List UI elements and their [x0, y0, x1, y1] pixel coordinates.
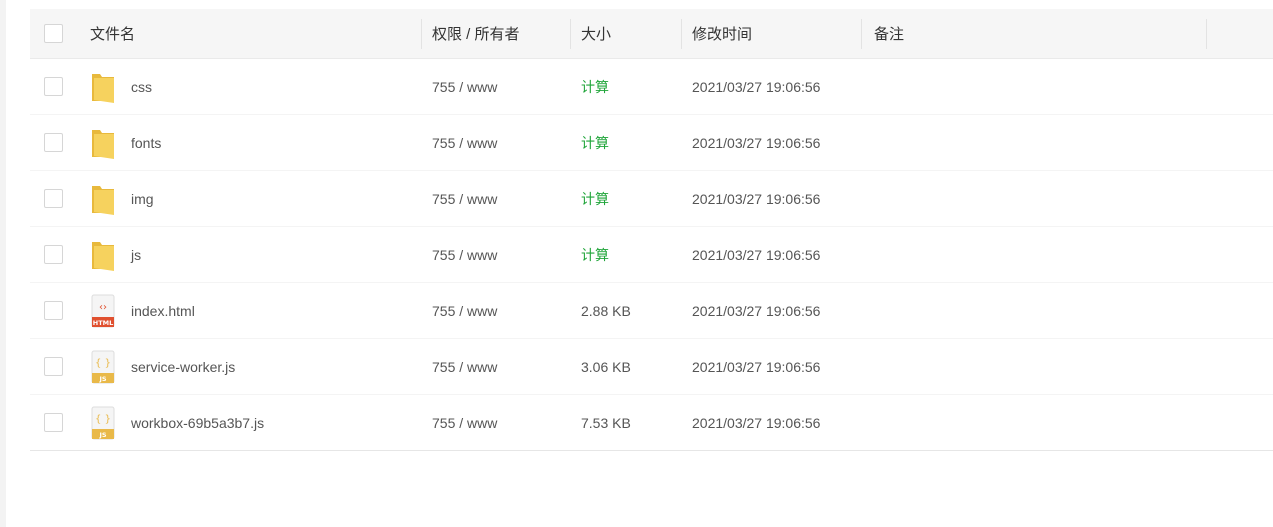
file-type-label: JS — [98, 375, 106, 383]
table-body: css 755 / www 计算 2021/03/27 19:06:56 fonts 75… — [30, 59, 1273, 451]
row-checkbox-cell — [44, 171, 74, 226]
row-checkbox-cell — [44, 339, 74, 394]
select-all-cell — [44, 9, 74, 58]
file-type-label: HTML — [93, 319, 113, 327]
file-permission[interactable]: 755 / www — [432, 339, 497, 394]
file-permission[interactable]: 755 / www — [432, 283, 497, 338]
file-table: 文件名 权限 / 所有者 大小 修改时间 备注 css 755 / www 计算 20… — [30, 9, 1273, 451]
folder-icon — [90, 237, 116, 273]
svg-text:{ }: { } — [95, 358, 111, 369]
row-checkbox[interactable] — [44, 357, 63, 376]
column-divider[interactable] — [681, 19, 682, 49]
row-checkbox-cell — [44, 283, 74, 338]
file-modified-time: 2021/03/27 19:06:56 — [692, 414, 821, 431]
table-row[interactable]: { } JS service-worker.js 755 / www 3.06 KB 20… — [30, 339, 1273, 395]
file-name[interactable]: workbox-69b5a3b7.js — [131, 415, 264, 431]
file-size: 2.88 KB — [581, 302, 631, 319]
file-modified-time: 2021/03/27 19:06:56 — [692, 134, 821, 151]
file-name-cell[interactable]: { } JS service-worker.js — [90, 339, 235, 394]
header-size[interactable]: 大小 — [581, 9, 611, 58]
file-permission[interactable]: 755 / www — [432, 115, 497, 170]
svg-text:{ }: { } — [95, 414, 111, 425]
table-row[interactable]: ‹› HTML index.html 755 / www 2.88 KB 2021/03/… — [30, 283, 1273, 339]
column-divider[interactable] — [1206, 19, 1207, 49]
table-row[interactable]: img 755 / www 计算 2021/03/27 19:06:56 — [30, 171, 1273, 227]
file-type-label: JS — [98, 431, 106, 439]
file-name[interactable]: js — [131, 247, 141, 263]
row-checkbox[interactable] — [44, 301, 63, 320]
file-name-cell[interactable]: fonts — [90, 115, 161, 170]
table-row[interactable]: { } JS workbox-69b5a3b7.js 755 / www 7.53 KB… — [30, 395, 1273, 451]
file-size: 7.53 KB — [581, 414, 631, 431]
file-name-cell[interactable]: img — [90, 171, 154, 226]
row-checkbox[interactable] — [44, 77, 63, 96]
row-checkbox[interactable] — [44, 413, 63, 432]
calculate-size-link[interactable]: 计算 — [581, 171, 609, 226]
page-left-edge — [0, 0, 6, 527]
file-modified-time: 2021/03/27 19:06:56 — [692, 302, 821, 319]
header-name[interactable]: 文件名 — [90, 9, 135, 58]
file-modified-time: 2021/03/27 19:06:56 — [692, 358, 821, 375]
html-file-icon: ‹› HTML — [90, 293, 116, 329]
file-permission[interactable]: 755 / www — [432, 395, 497, 450]
file-name[interactable]: img — [131, 191, 154, 207]
column-divider[interactable] — [570, 19, 571, 49]
file-size: 3.06 KB — [581, 358, 631, 375]
row-checkbox[interactable] — [44, 133, 63, 152]
file-modified-time: 2021/03/27 19:06:56 — [692, 246, 821, 263]
table-row[interactable]: css 755 / www 计算 2021/03/27 19:06:56 — [30, 59, 1273, 115]
row-checkbox[interactable] — [44, 245, 63, 264]
file-name-cell[interactable]: { } JS workbox-69b5a3b7.js — [90, 395, 264, 450]
file-permission[interactable]: 755 / www — [432, 227, 497, 282]
calculate-size-link[interactable]: 计算 — [581, 227, 609, 282]
file-name[interactable]: index.html — [131, 303, 195, 319]
row-checkbox-cell — [44, 395, 74, 450]
svg-text:‹›: ‹› — [99, 302, 107, 313]
file-name[interactable]: fonts — [131, 135, 161, 151]
calculate-size-link[interactable]: 计算 — [581, 115, 609, 170]
js-file-icon: { } JS — [90, 349, 116, 385]
folder-icon — [90, 181, 116, 217]
table-header: 文件名 权限 / 所有者 大小 修改时间 备注 — [30, 9, 1273, 59]
table-row[interactable]: js 755 / www 计算 2021/03/27 19:06:56 — [30, 227, 1273, 283]
file-name-cell[interactable]: js — [90, 227, 141, 282]
select-all-checkbox[interactable] — [44, 24, 63, 43]
folder-icon — [90, 69, 116, 105]
calculate-size-link[interactable]: 计算 — [581, 59, 609, 114]
js-file-icon: { } JS — [90, 405, 116, 441]
file-name-cell[interactable]: ‹› HTML index.html — [90, 283, 195, 338]
file-name[interactable]: service-worker.js — [131, 359, 235, 375]
column-divider[interactable] — [421, 19, 422, 49]
row-checkbox-cell — [44, 115, 74, 170]
file-permission[interactable]: 755 / www — [432, 171, 497, 226]
row-checkbox-cell — [44, 227, 74, 282]
file-modified-time: 2021/03/27 19:06:56 — [692, 78, 821, 95]
folder-icon — [90, 125, 116, 161]
table-row[interactable]: fonts 755 / www 计算 2021/03/27 19:06:56 — [30, 115, 1273, 171]
file-modified-time: 2021/03/27 19:06:56 — [692, 190, 821, 207]
file-permission[interactable]: 755 / www — [432, 59, 497, 114]
file-name-cell[interactable]: css — [90, 59, 152, 114]
header-note[interactable]: 备注 — [874, 9, 904, 58]
row-checkbox-cell — [44, 59, 74, 114]
file-name[interactable]: css — [131, 79, 152, 95]
header-permission[interactable]: 权限 / 所有者 — [432, 9, 520, 58]
header-modified-time[interactable]: 修改时间 — [692, 9, 752, 58]
row-checkbox[interactable] — [44, 189, 63, 208]
column-divider[interactable] — [861, 19, 862, 49]
